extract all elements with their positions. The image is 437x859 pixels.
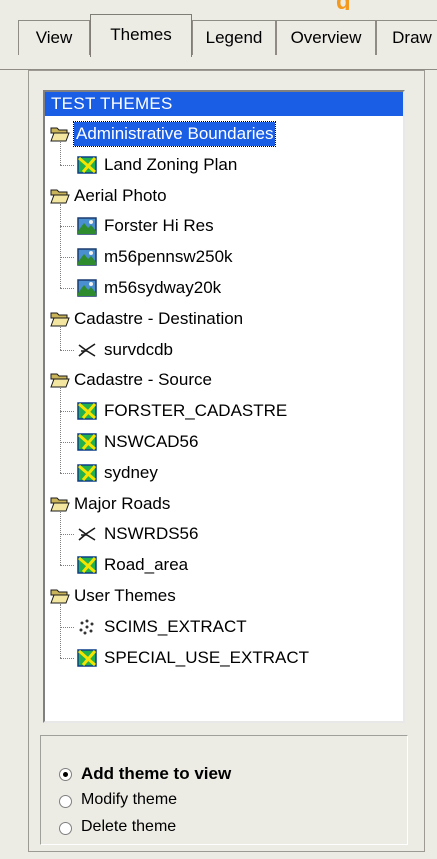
theme-tree[interactable]: TEST THEMES Administrative Boundaries Lan… [43,90,405,723]
polygon-theme-icon [77,556,97,574]
tree-item[interactable]: m56pennsw250k [45,245,403,269]
tree-item[interactable]: FORSTER_CADASTRE [45,399,403,423]
tree-item-label: m56pennsw250k [104,247,233,267]
modify-theme-label: Modify theme [81,791,178,808]
theme-action-group: Add theme to view Modify theme Delete th… [40,735,408,845]
tree-group[interactable]: Cadastre - Destination [45,307,403,331]
folder-open-icon [50,587,70,605]
folder-open-icon [50,495,70,513]
tree-item[interactable]: Forster Hi Res [45,214,403,238]
tree-item[interactable]: SPECIAL_USE_EXTRACT [45,646,403,670]
tree-group[interactable]: Administrative Boundaries [45,121,403,147]
point-theme-icon [77,618,97,636]
add-theme-label: Add theme to view [81,764,232,783]
tree-group[interactable]: User Themes [45,584,403,608]
tree-item-label: SCIMS_EXTRACT [104,616,247,636]
polygon-theme-icon [77,402,97,420]
tree-item[interactable]: Road_area [45,553,403,577]
line-theme-icon [77,341,97,359]
polygon-theme-icon [77,464,97,482]
delete-theme-label: Delete theme [81,818,177,835]
tree-item-label: Road_area [104,555,189,575]
tree-item-label: SPECIAL_USE_EXTRACT [104,647,310,667]
folder-open-icon [50,310,70,328]
image-theme-icon [77,217,97,236]
tree-item[interactable]: NSWCAD56 [45,430,403,454]
image-theme-icon [77,279,97,297]
tab-draw[interactable]: Draw [376,20,437,55]
tab-bar: View Themes Legend Overview Draw [0,14,437,70]
tree-group[interactable]: Cadastre - Source [45,368,403,392]
polygon-theme-icon [77,433,97,451]
tree-group[interactable]: Major Roads [45,492,403,516]
tab-overview[interactable]: Overview [276,20,376,55]
tree-item[interactable]: m56sydway20k [45,276,403,300]
tree-item[interactable]: NSWRDS56 [45,522,403,546]
tree-group-label: Administrative Boundaries [72,121,277,147]
tab-themes[interactable]: Themes [90,14,192,57]
tab-legend[interactable]: Legend [192,20,276,55]
tree-item-label: sydney [104,462,158,482]
tree-item[interactable]: survdcdb [45,338,403,362]
tree-group-label: User Themes [74,586,176,605]
tab-view[interactable]: View [18,20,90,55]
tree-group[interactable]: Aerial Photo [45,184,403,208]
tree-item[interactable]: SCIMS_EXTRACT [45,615,403,639]
folder-open-icon [50,371,70,389]
polygon-theme-icon [77,156,97,174]
orange-header-fragment: g [330,0,437,10]
radio-unchecked-icon [59,822,72,835]
tree-item-label: NSWRDS56 [104,524,199,544]
tree-item[interactable]: sydney [45,461,403,485]
tree-item[interactable]: Land Zoning Plan [45,153,403,177]
radio-unchecked-icon [59,795,72,808]
folder-open-icon [50,187,70,205]
tree-group-label: Aerial Photo [74,185,167,205]
folder-open-icon [50,125,70,143]
tree-item-label: Land Zoning Plan [104,154,238,174]
image-theme-icon [77,248,97,266]
tree-group-label: Cadastre - Destination [74,308,244,328]
tree-item-label: survdcdb [104,339,173,359]
tree-group-label: Major Roads [74,493,171,513]
tree-item-label: Forster Hi Res [104,216,214,236]
line-theme-icon [77,525,97,543]
radio-checked-icon [59,768,72,781]
tree-header[interactable]: TEST THEMES [45,92,403,116]
tree-item-label: FORSTER_CADASTRE [104,401,288,421]
tree-group-label: Cadastre - Source [74,370,212,390]
tree-item-label: m56sydway20k [104,278,222,297]
polygon-theme-icon [77,648,97,667]
tree-item-label: NSWCAD56 [104,432,199,451]
